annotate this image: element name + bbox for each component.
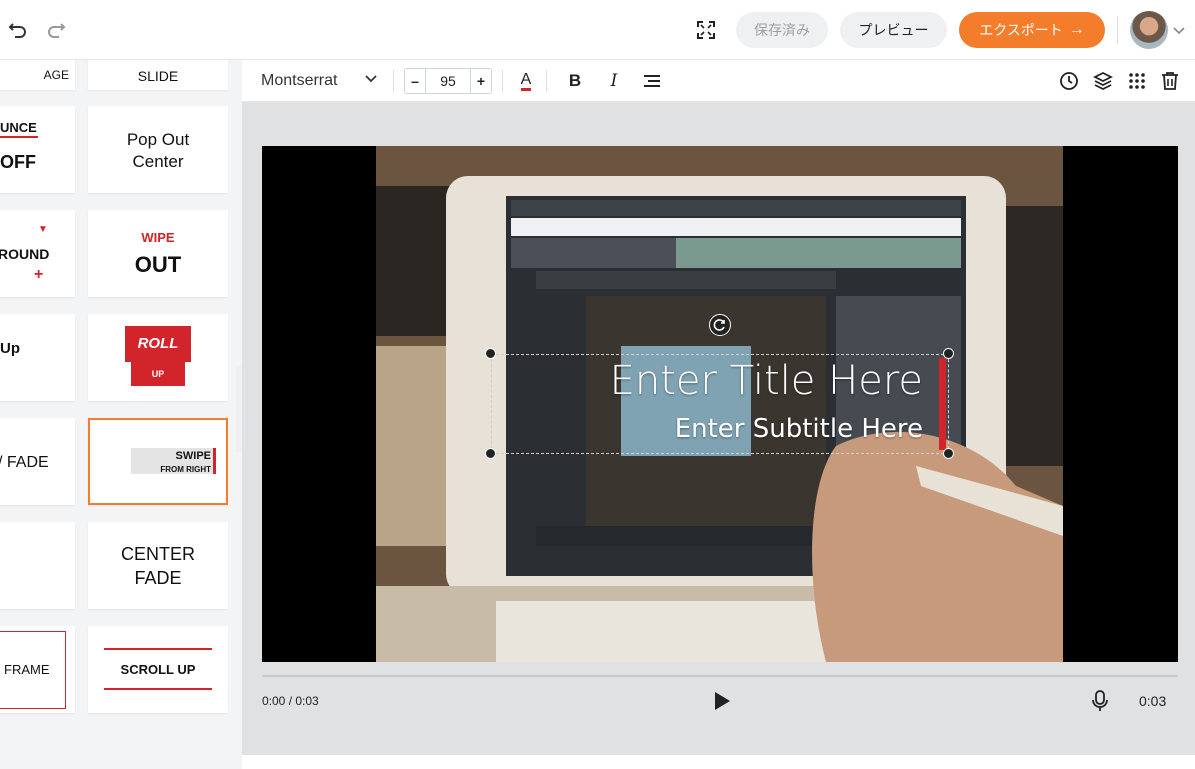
style-card-label: / FADE — [0, 454, 49, 471]
chevron-down-icon[interactable] — [364, 72, 378, 86]
time-readout: 0:00 / 0:03 — [262, 694, 319, 708]
style-card-label: OFF — [0, 152, 36, 172]
grid-button[interactable] — [1126, 70, 1148, 92]
canvas-area: Enter Title Here Enter Subtitle Here 0:0… — [242, 102, 1195, 755]
style-card-label: ROUND — [0, 246, 50, 262]
style-card-label: SWIPE — [175, 450, 211, 462]
style-card-label: CENTER — [120, 544, 195, 564]
text-color-icon: A — [520, 71, 532, 91]
style-card-label: FRAME — [4, 662, 50, 677]
grid-icon — [1129, 73, 1145, 89]
align-right-icon — [644, 75, 660, 87]
style-card[interactable]: ▼ ROUND + — [0, 210, 75, 297]
record-voiceover-button[interactable] — [1090, 690, 1110, 712]
style-card[interactable]: UNCE OFF — [0, 106, 75, 193]
style-card-pop-out-center[interactable]: Pop Out Center — [88, 106, 228, 193]
export-button[interactable]: エクスポート → — [959, 12, 1105, 48]
style-card-label: Center — [132, 152, 184, 171]
video-editor-app: 保存済み プレビュー エクスポート → AGE UNCE OFF ▼ ROUND… — [0, 0, 1195, 769]
style-card[interactable]: AGE — [0, 60, 75, 90]
italic-button[interactable]: I — [603, 70, 625, 92]
fullscreen-icon[interactable] — [695, 19, 717, 41]
swipe-accent — [213, 448, 216, 474]
toolbar-divider — [502, 70, 503, 92]
style-card-slide[interactable]: SLIDE — [88, 60, 228, 90]
redo-icon[interactable] — [44, 18, 68, 42]
layers-icon — [1093, 71, 1113, 91]
style-card-label: SLIDE — [137, 68, 179, 84]
align-right-button[interactable] — [641, 70, 663, 92]
layers-button[interactable] — [1092, 70, 1114, 92]
accent-line — [104, 648, 212, 650]
style-card-label: FROM RIGHT — [160, 465, 211, 474]
resize-handle-bottom-left[interactable] — [485, 448, 496, 459]
style-card[interactable] — [0, 522, 75, 609]
duration-readout: 0:03 — [1139, 693, 1167, 709]
style-card-label: UNCE — [0, 120, 37, 135]
style-card-label: SCROLL UP — [120, 662, 196, 677]
accent-line — [0, 136, 38, 138]
rotate-handle[interactable] — [709, 314, 731, 336]
title-accent-bar — [939, 358, 946, 450]
preview-button[interactable]: プレビュー — [840, 12, 947, 48]
italic-icon: I — [610, 71, 618, 91]
accent-line — [104, 688, 212, 690]
delete-button[interactable] — [1159, 70, 1181, 92]
decrease-size-button[interactable]: – — [405, 69, 425, 93]
avatar[interactable] — [1130, 11, 1168, 49]
style-card-swipe-from-right[interactable]: SWIPE FROM RIGHT — [88, 418, 228, 505]
style-card-wipe-out[interactable]: WIPE OUT — [88, 210, 228, 297]
video-frame[interactable]: Enter Title Here Enter Subtitle Here — [262, 146, 1178, 662]
arrow-right-icon: → — [1068, 21, 1085, 38]
style-card-label: ROLL — [137, 335, 179, 352]
title-text[interactable]: Enter Title Here — [491, 358, 923, 404]
resize-handle-top-right[interactable] — [943, 348, 954, 359]
style-card-label: UP — [151, 369, 165, 379]
style-card-mark: + — [34, 266, 44, 283]
style-card[interactable]: / FADE — [0, 418, 75, 505]
style-card-label: FADE — [134, 568, 182, 588]
toolbar-divider — [393, 70, 394, 92]
resize-handle-bottom-right[interactable] — [943, 448, 954, 459]
rotate-icon — [713, 319, 725, 331]
undo-icon[interactable] — [6, 18, 30, 42]
microphone-icon — [1092, 690, 1108, 711]
bold-button[interactable]: B — [564, 70, 586, 92]
top-divider — [1117, 16, 1118, 44]
style-card-center-fade[interactable]: CENTER FADE — [88, 522, 228, 609]
font-size-stepper: – 95 + — [404, 68, 492, 94]
trash-icon — [1162, 72, 1178, 90]
style-card-label: Pop Out — [126, 130, 190, 149]
saved-status-button[interactable]: 保存済み — [736, 12, 828, 48]
top-bar: 保存済み プレビュー エクスポート → — [0, 0, 1195, 60]
play-button[interactable] — [712, 690, 732, 712]
clock-icon — [1060, 72, 1078, 90]
style-card-roll-up[interactable]: ROLL UP — [88, 314, 228, 401]
chevron-down-icon[interactable] — [1172, 24, 1186, 38]
font-family-select[interactable]: Montserrat — [261, 72, 337, 90]
export-button-label: エクスポート — [979, 22, 1063, 38]
increase-size-button[interactable]: + — [471, 69, 491, 93]
animation-style-sidebar: AGE UNCE OFF ▼ ROUND + Up / FADE FRAME S… — [0, 60, 242, 769]
text-toolbar: Montserrat – 95 + A B I — [242, 60, 1195, 102]
triangle-icon: ▼ — [38, 224, 48, 235]
subtitle-text[interactable]: Enter Subtitle Here — [491, 414, 923, 444]
toolbar-divider — [546, 70, 547, 92]
style-card[interactable]: Up — [0, 314, 75, 401]
style-card-label: OUT — [134, 252, 182, 277]
timeline-scrubber[interactable] — [262, 675, 1178, 677]
bold-icon: B — [568, 71, 582, 90]
style-card-label: WIPE — [141, 230, 175, 245]
style-card[interactable]: FRAME — [0, 626, 75, 713]
style-card-scroll-up[interactable]: SCROLL UP — [88, 626, 228, 713]
resize-handle-top-left[interactable] — [485, 348, 496, 359]
text-color-button[interactable]: A — [515, 70, 537, 92]
play-icon — [715, 692, 730, 710]
style-card-label: AGE — [43, 68, 69, 82]
style-card-label: Up — [0, 340, 20, 357]
font-size-input[interactable]: 95 — [425, 69, 471, 93]
timing-button[interactable] — [1058, 70, 1080, 92]
